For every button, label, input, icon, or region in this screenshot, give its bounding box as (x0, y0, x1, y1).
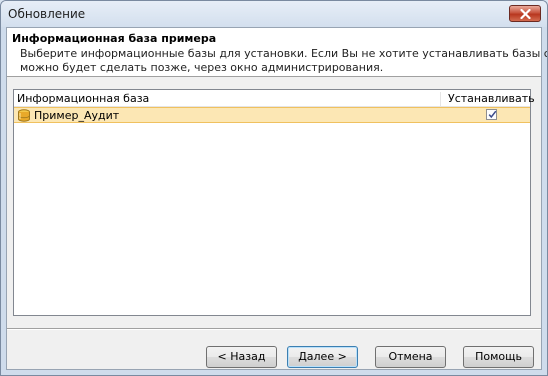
infobase-name: Пример_Аудит (34, 109, 120, 122)
infobase-list[interactable]: Информационная база Устанавливать Пример… (13, 89, 535, 316)
window-title: Обновление (8, 7, 86, 21)
dialog-client-area: Информационная база примера Выберите инф… (6, 27, 547, 370)
description-line-2: можно будет сделать позже, через окно ад… (20, 61, 384, 74)
cancel-button[interactable]: Отмена (375, 346, 446, 368)
close-button[interactable] (509, 5, 541, 22)
page-description: Выберите информационные базы для установ… (20, 47, 547, 75)
column-header-install[interactable]: Устанавливать (448, 92, 535, 105)
database-icon (18, 109, 30, 122)
back-button[interactable]: < Назад (206, 346, 277, 368)
close-icon (520, 9, 531, 19)
next-button[interactable]: Далее > (287, 346, 358, 368)
install-checkbox[interactable] (486, 109, 497, 120)
list-header: Информационная база Устанавливать (14, 90, 535, 107)
page-title: Информационная база примера (12, 32, 217, 45)
help-button[interactable]: Помощь (463, 346, 534, 368)
title-bar[interactable]: Обновление (1, 1, 547, 27)
column-header-infobase[interactable]: Информационная база (17, 92, 441, 106)
wizard-header: Информационная база примера Выберите инф… (7, 28, 547, 77)
dialog-window: Обновление Информационная база примера В… (0, 0, 548, 376)
button-area-divider (7, 328, 541, 330)
list-item[interactable]: Пример_Аудит (14, 107, 530, 123)
description-line-1: Выберите информационные базы для установ… (20, 47, 547, 60)
checkmark-icon (488, 110, 497, 119)
